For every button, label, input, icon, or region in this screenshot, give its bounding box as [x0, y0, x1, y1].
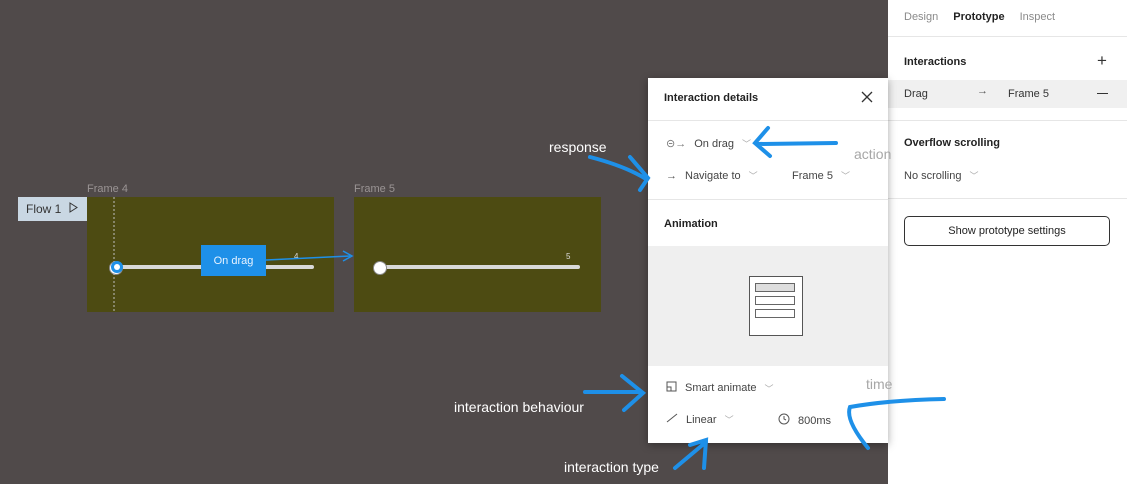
annotation-arrows — [583, 126, 946, 470]
